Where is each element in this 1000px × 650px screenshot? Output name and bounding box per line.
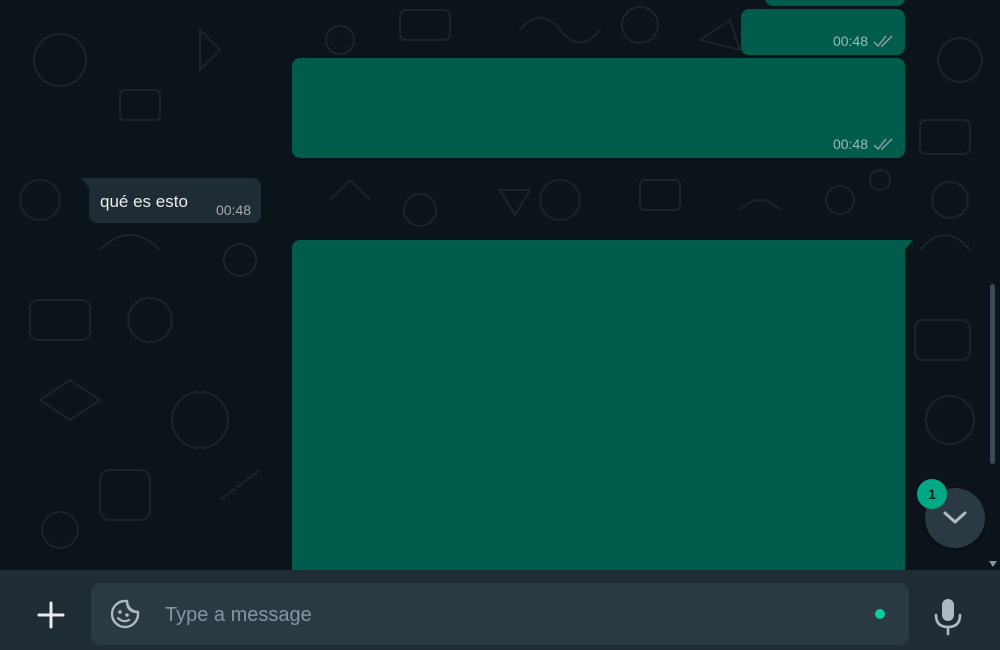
message-input[interactable] bbox=[163, 583, 847, 647]
double-check-icon bbox=[873, 35, 893, 48]
outgoing-media-bubble[interactable]: 00:48 bbox=[292, 58, 905, 158]
chat-scrollbar[interactable] bbox=[988, 0, 998, 570]
message-time: 00:48 bbox=[215, 202, 251, 218]
message-meta: 00:48 bbox=[833, 33, 895, 49]
sticker-icon[interactable] bbox=[109, 598, 141, 630]
message-time: 00:48 bbox=[832, 33, 868, 49]
message-time: 00:48 bbox=[832, 136, 868, 152]
message-meta: 00:48 bbox=[833, 136, 895, 152]
input-status-dot bbox=[875, 609, 885, 619]
chevron-down-icon bbox=[943, 511, 967, 524]
attach-button[interactable] bbox=[30, 594, 72, 636]
double-check-icon bbox=[873, 138, 893, 151]
message-meta: 00:48 bbox=[216, 202, 251, 218]
message-composer bbox=[0, 570, 1000, 650]
message-input-box bbox=[91, 583, 909, 647]
outgoing-message-bubble-edge bbox=[765, 0, 905, 6]
scrollbar-thumb[interactable] bbox=[990, 284, 995, 464]
incoming-message-bubble[interactable]: qué es esto 00:48 bbox=[81, 178, 261, 223]
plus-icon bbox=[37, 601, 65, 629]
chat-message-area[interactable]: 00:48 00:48 qué es esto 00:48 1 bbox=[0, 0, 1000, 570]
bubble-tail bbox=[903, 240, 913, 252]
unread-count-badge: 1 bbox=[917, 479, 947, 509]
outgoing-message-bubble[interactable]: 00:48 bbox=[741, 9, 905, 55]
outgoing-media-bubble[interactable] bbox=[292, 240, 913, 570]
mic-icon[interactable] bbox=[930, 596, 966, 636]
message-text: qué es esto bbox=[100, 192, 188, 211]
bubble-tail bbox=[81, 178, 91, 190]
scrollbar-down-arrow-icon[interactable] bbox=[988, 560, 998, 568]
